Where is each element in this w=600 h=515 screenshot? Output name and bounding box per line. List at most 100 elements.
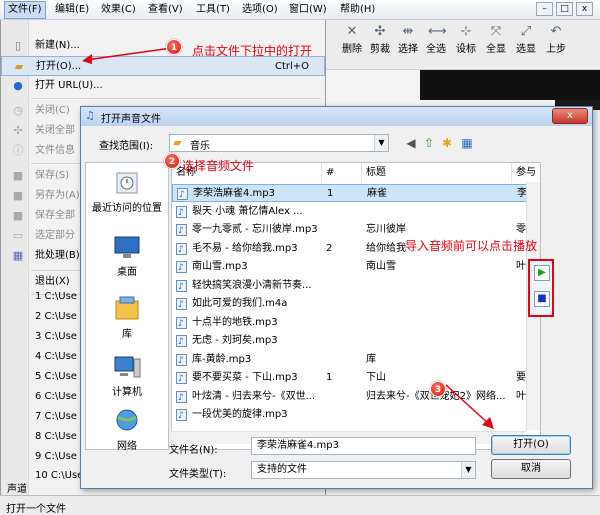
file-title-cell: 南山雪	[366, 261, 396, 272]
step-badge-2: 2	[164, 153, 180, 169]
menu-item-label: 打开 URL(U)...	[35, 80, 103, 91]
toolbar-trim-button[interactable]: ✣ 剪裁	[368, 24, 392, 55]
toolbar-select-button[interactable]: ⇹ 选择	[396, 24, 420, 55]
preview-controls: ▶ ■	[528, 259, 554, 317]
file-number-cell: 1	[326, 372, 333, 383]
view-menu-icon[interactable]: ▦	[459, 135, 475, 151]
file-name-cell: 轻快搞笑浪漫小清新节奏...	[192, 279, 312, 291]
audio-file-icon	[176, 278, 187, 296]
menubar: 文件(F) 编辑(E) 效果(C) 查看(V) 工具(T) 选项(O) 窗口(W…	[0, 0, 600, 20]
look-in-label: 查找范围(I):	[99, 141, 154, 152]
info-icon: ⓘ	[12, 144, 24, 157]
menu-window[interactable]: 窗口(W)	[286, 2, 330, 18]
menu-view[interactable]: 查看(V)	[145, 2, 186, 18]
toolbar-select-all-button[interactable]: ⟷ 全选	[424, 24, 448, 55]
filetype-label: 文件类型(T):	[169, 469, 227, 480]
menu-item-shortcut: Ctrl+O	[275, 61, 310, 72]
annotation-step1: 点击文件下拉中的打开	[192, 44, 313, 58]
place-label: 计算机	[112, 387, 142, 398]
look-in-value: 音乐	[190, 141, 210, 152]
audio-file-icon	[176, 204, 187, 222]
file-row[interactable]: 如此可爱的我们.m4a	[172, 295, 540, 314]
toolbar-show-all-button[interactable]: ⤧ 全显	[484, 24, 508, 55]
place-computer[interactable]: 计算机	[86, 353, 168, 398]
filetype-select[interactable]: 支持的文件 ▼	[251, 461, 476, 479]
file-name-cell: 裂天 小魂 萧忆情Alex ...	[192, 205, 303, 217]
waveform-strip	[420, 70, 600, 100]
dialog-close-button[interactable]: x	[552, 108, 588, 124]
look-in-dropdown[interactable]: ▰ 音乐 ▼	[169, 134, 389, 152]
column-header-title[interactable]: 标题	[362, 163, 512, 183]
cancel-button[interactable]: 取消	[491, 459, 571, 479]
toolbar-undo-button[interactable]: ↶ 上步	[544, 24, 568, 55]
menu-item-label: 文件信息	[35, 145, 75, 156]
up-folder-icon[interactable]: ⇧	[421, 135, 437, 151]
close-button[interactable]: x	[576, 2, 593, 16]
back-icon[interactable]: ◀	[403, 135, 419, 151]
select-icon: ⇹	[402, 24, 414, 39]
column-header-number[interactable]: #	[322, 163, 362, 183]
toolbar-zoom-selection-button[interactable]: ⤢ 选显	[514, 24, 538, 55]
dialog-title: 打开声音文件	[101, 114, 161, 125]
annotation-arrow-1	[82, 47, 173, 64]
place-recent[interactable]: 最近访问的位置	[86, 169, 168, 214]
file-name-cell: 南山雪.mp3	[192, 261, 248, 272]
open-sound-file-dialog: ♫ 打开声音文件 x 查找范围(I): ▰ 音乐 ▼ ◀ ⇧ ✱ ▦ 最近访问的…	[80, 106, 593, 489]
annotation-arrow-3	[445, 384, 494, 429]
file-row[interactable]: 无虑 - 刘珂矣.mp3	[172, 332, 540, 351]
folder-icon: ▰	[173, 136, 182, 149]
column-header-artist[interactable]: 参与	[512, 163, 540, 183]
library-icon	[115, 296, 139, 320]
undo-icon: ↶	[550, 24, 562, 39]
play-button[interactable]: ▶	[534, 265, 550, 281]
new-folder-icon[interactable]: ✱	[439, 135, 455, 151]
menu-options[interactable]: 选项(O)	[239, 2, 281, 18]
toolbar: ✕ 删除 ✣ 剪裁 ⇹ 选择 ⟷ 全选 ⊹ 设标 ⤧ 全显 ⤢ 选显 ↶ 上步	[326, 20, 600, 70]
open-button[interactable]: 打开(O)	[491, 435, 571, 455]
places-bar: 最近访问的位置 桌面 库 计算机 网络	[85, 162, 169, 452]
file-row[interactable]: 库-黄龄.mp3 库	[172, 351, 540, 370]
audio-file-icon	[176, 315, 187, 333]
chevron-down-icon[interactable]: ▼	[374, 135, 388, 151]
menu-help[interactable]: 帮助(H)	[337, 2, 378, 18]
audio-file-icon	[176, 352, 187, 370]
toolbar-marker-button[interactable]: ⊹ 设标	[454, 24, 478, 55]
file-row[interactable]: 南山雪.mp3南山雪叶里	[172, 258, 540, 277]
menu-item-label: 保存(S)	[35, 170, 70, 181]
file-row[interactable]: 李荣浩麻雀4.mp31麻雀李荣	[172, 184, 540, 204]
place-desktop[interactable]: 桌面	[86, 233, 168, 278]
save-icon: ■	[12, 169, 24, 182]
menu-effects[interactable]: 效果(C)	[98, 2, 139, 18]
file-row[interactable]: 裂天 小魂 萧忆情Alex ...	[172, 203, 540, 222]
menu-item-open-url[interactable]: ● 打开 URL(U)...	[1, 76, 325, 96]
menu-tools[interactable]: 工具(T)	[193, 2, 233, 18]
recent-places-icon	[116, 172, 138, 194]
marker-icon: ⊹	[460, 24, 472, 39]
menu-file[interactable]: 文件(F)	[4, 1, 46, 19]
file-name-cell: 李荣浩麻雀4.mp3	[193, 188, 275, 199]
step-badge-3: 3	[430, 381, 446, 397]
status-text: 打开一个文件	[6, 504, 66, 515]
toolbar-delete-button[interactable]: ✕ 删除	[340, 24, 364, 55]
audio-file-icon	[176, 407, 187, 425]
file-number-cell: 2	[326, 242, 333, 254]
place-libraries[interactable]: 库	[86, 295, 168, 340]
file-name-cell: 如此可爱的我们.m4a	[192, 298, 288, 309]
selection-icon: ▭	[12, 229, 24, 242]
file-title-cell: 麻雀	[367, 188, 387, 199]
place-label: 桌面	[117, 267, 137, 278]
restore-button[interactable]: □	[556, 2, 573, 16]
minimize-button[interactable]: –	[536, 2, 553, 16]
file-row[interactable]: 十点半的地铁.mp3	[172, 314, 540, 333]
file-row[interactable]: 轻快搞笑浪漫小清新节奏...	[172, 277, 540, 296]
menu-item-label: 退出(X)	[35, 276, 70, 287]
trim-icon: ✣	[374, 24, 386, 39]
menu-item-label: 批处理(B)	[35, 250, 80, 261]
chevron-down-icon[interactable]: ▼	[461, 462, 475, 478]
filename-input[interactable]: 李荣浩麻雀4.mp3	[251, 437, 476, 455]
menu-edit[interactable]: 编辑(E)	[52, 2, 92, 18]
app-icon: ♫	[85, 109, 95, 122]
file-name-cell: 叶炫清 - 归去来兮-《双世...	[192, 390, 316, 402]
place-network[interactable]: 网络	[86, 407, 168, 452]
stop-button[interactable]: ■	[534, 291, 550, 307]
